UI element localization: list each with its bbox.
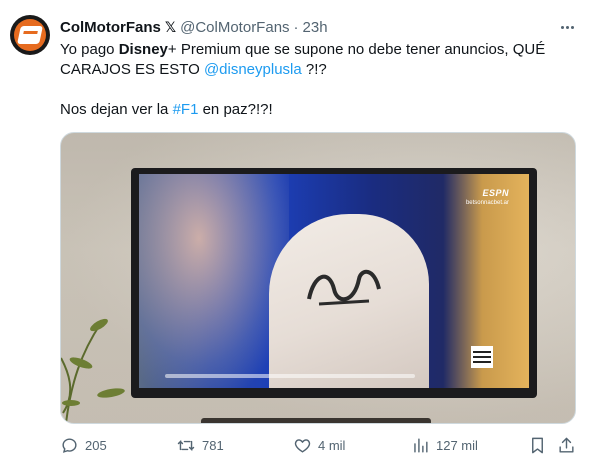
tv-frame: ESPN betsonnacbet.ar	[131, 168, 537, 398]
hashtag-link[interactable]: #F1	[173, 101, 199, 118]
views-button[interactable]: 127 mil	[411, 434, 478, 456]
text-line-3: Nos dejan ver la #F1 en paz?!?!	[60, 100, 580, 120]
reply-icon	[62, 437, 77, 453]
plant-image	[61, 318, 125, 423]
text-segment: CARAJOS ES ESTO	[60, 61, 204, 78]
like-button[interactable]: 4 mil	[293, 434, 345, 456]
retweet-icon	[177, 439, 195, 451]
timestamp[interactable]: 23h	[303, 19, 328, 36]
reply-button[interactable]: 205	[60, 434, 107, 456]
more-options-button[interactable]	[556, 16, 578, 38]
more-horizontal-icon	[560, 25, 564, 29]
tweet-media-photo[interactable]: ESPN betsonnacbet.ar	[60, 132, 576, 424]
espn-logo: ESPN	[482, 188, 509, 198]
tv-stand	[201, 418, 431, 423]
ad-disclaimer	[165, 374, 415, 378]
separator: ·	[293, 18, 299, 36]
bookmark-button[interactable]	[528, 434, 547, 456]
bet-logo: betsonnacbet.ar	[465, 200, 509, 206]
text-line-1: Yo pago Disney+ Premium que se supone no…	[60, 40, 580, 60]
tv-screen: ESPN betsonnacbet.ar	[139, 174, 529, 388]
text-segment: Yo pago	[60, 41, 119, 58]
avatar-logo-mark	[17, 26, 43, 44]
views-count: 127 mil	[436, 437, 478, 453]
text-segment: Nos dejan ver la	[60, 101, 173, 118]
tweet: ColMotorFans 𝕏 @ColMotorFans · 23h Yo pa…	[0, 0, 601, 467]
views-chart-icon	[414, 437, 428, 453]
tattoo-image	[307, 269, 381, 306]
text-segment: ?!?	[301, 61, 327, 78]
retweet-button[interactable]: 781	[176, 434, 224, 456]
text-segment: en paz?!?!	[198, 101, 273, 118]
text-line-2: CARAJOS ES ESTO @disneyplusla ?!?	[60, 60, 580, 80]
bookmark-icon	[532, 437, 543, 453]
reply-count: 205	[85, 437, 107, 453]
handle[interactable]: @ColMotorFans	[180, 19, 289, 36]
text-segment: + Premium que se supone no debe tener an…	[167, 41, 546, 58]
mention-link[interactable]: @disneyplusla	[204, 61, 302, 78]
tweet-header: ColMotorFans 𝕏 @ColMotorFans · 23h	[60, 17, 328, 37]
tweet-text: Yo pago Disney+ Premium que se supone no…	[60, 40, 580, 120]
text-bold: Disney	[118, 41, 168, 58]
share-icon	[559, 437, 574, 453]
qr-code	[471, 346, 493, 368]
like-count: 4 mil	[318, 437, 346, 453]
avatar[interactable]	[10, 15, 50, 55]
share-button[interactable]	[557, 434, 576, 456]
display-name[interactable]: ColMotorFans	[60, 19, 161, 36]
tweet-actions: 205 781 4 mil 127 mil	[60, 434, 580, 456]
retweet-count: 781	[202, 437, 224, 453]
heart-icon	[294, 438, 311, 453]
verified-badge: 𝕏	[164, 18, 177, 35]
